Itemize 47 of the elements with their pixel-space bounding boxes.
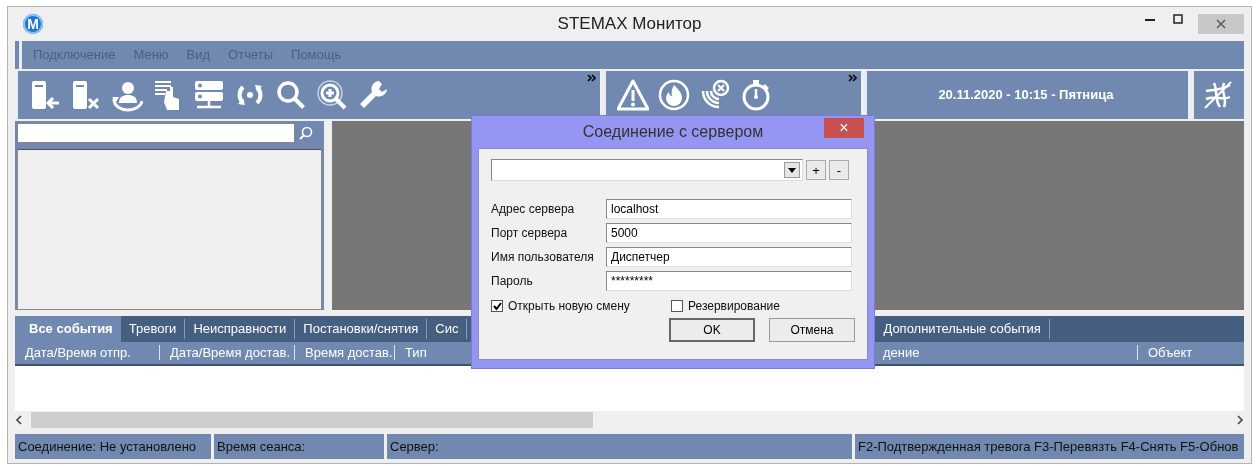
checkbox[interactable] (671, 300, 683, 312)
input-field[interactable]: Диспетчер (606, 247, 852, 267)
column-header[interactable]: Дата/Время отпр. (15, 345, 160, 361)
dialog-button[interactable]: OK (669, 318, 755, 342)
caret-icon[interactable] (788, 167, 796, 173)
status-field: Соединение: Не установлено (15, 434, 211, 459)
close-button[interactable] (1198, 13, 1244, 34)
date-time-label: 20.11.2020 - 10:15 - Пятница (938, 87, 1114, 103)
checkbox-label: Резервирование (688, 299, 780, 313)
window-title: STEMAX Монитор (557, 13, 702, 33)
input-field[interactable]: localhost (606, 199, 852, 219)
input-field[interactable]: 5000 (606, 223, 852, 243)
tab[interactable]: Неисправности (185, 318, 296, 339)
tab[interactable]: Сис (427, 318, 468, 339)
flame-icon[interactable] (658, 77, 690, 112)
column-header[interactable]: Объект (1138, 345, 1244, 361)
tab[interactable]: Тревоги (120, 318, 186, 339)
close-icon[interactable] (1216, 18, 1226, 29)
chevron-icon[interactable] (848, 73, 857, 82)
search-field[interactable] (17, 122, 295, 143)
small-button[interactable]: + (806, 160, 826, 180)
status-field: Сервер: (387, 434, 852, 459)
zoom-in-icon[interactable] (316, 77, 348, 112)
scrollbar-thumb[interactable] (31, 412, 593, 429)
status-field: F2-Подтвержденная тревога F3-Перевязть F4-Снять F5-Обнов (855, 434, 1244, 459)
warning-icon[interactable] (617, 77, 649, 112)
dialog-button[interactable]: Отмена (769, 318, 855, 342)
field-label: Имя пользователя (491, 250, 595, 264)
input-field[interactable]: ********* (606, 271, 852, 291)
maximize-icon[interactable] (1173, 13, 1183, 24)
column-header[interactable]: Дата/Время достав. (160, 345, 295, 361)
status-field: Время сеанса: (214, 434, 384, 459)
field-label: Адрес сервера (491, 202, 576, 216)
tab[interactable]: Постановки/снятия (295, 318, 428, 339)
field-label: Пароль (491, 274, 534, 288)
dialog-title: Соединение с сервером (582, 123, 764, 141)
small-button[interactable]: - (829, 160, 849, 180)
column-header[interactable]: Время достав. (295, 345, 395, 361)
app-logo: M (23, 13, 43, 34)
checkbox-label: Открыть новую смену (508, 299, 630, 313)
tab[interactable]: Все события (15, 315, 121, 342)
close-button[interactable]: × (824, 118, 864, 138)
search-icon[interactable] (299, 125, 313, 140)
chevron-icon[interactable] (587, 73, 596, 82)
checkbox[interactable] (491, 300, 503, 312)
stopwatch-icon[interactable] (740, 77, 772, 112)
field-label: Порт сервера (491, 226, 569, 240)
